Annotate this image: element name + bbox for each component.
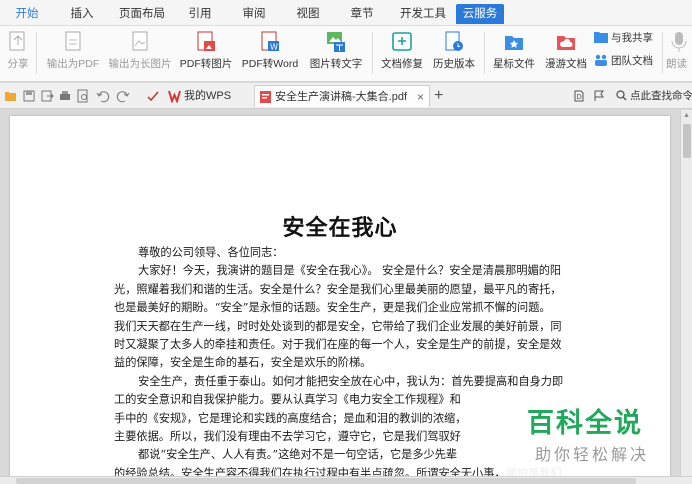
history-version-button[interactable]: 历史版本 [430, 28, 478, 76]
pdf-to-image-label: PDF转图片 [179, 58, 233, 70]
share-button[interactable]: 分享 [4, 28, 32, 76]
command-search[interactable]: 点此查找命令 [616, 88, 692, 103]
search-icon [616, 90, 627, 101]
tab-sections[interactable]: 章节 [344, 4, 380, 24]
image-to-text-icon [327, 32, 345, 52]
ribbon-tab-bar: 开始 插入 页面布局 引用 审阅 视图 章节 开发工具 云服务 [0, 0, 692, 26]
export-pdf-button[interactable]: 输出为PDF [44, 28, 102, 76]
body-line: 我们天天都在生产一线，时时处处谈到的都是安全，它带给了我们企业发展的美好前景，同 [114, 319, 562, 333]
roaming-docs-label: 漫游文档 [545, 58, 587, 70]
tab-review[interactable]: 审阅 [236, 4, 272, 24]
toolbar-divider [372, 32, 373, 74]
open-folder-icon[interactable] [4, 89, 18, 103]
command-search-label: 点此查找命令 [630, 90, 692, 102]
tab-start[interactable]: 开始 [6, 4, 48, 24]
toolbar-divider [36, 32, 37, 74]
body-line: 大家好！今天，我演讲的题目是《安全在我心》。 安全是什么？安全是清晨那明媚的阳 [138, 264, 562, 278]
document-area[interactable]: 安全在我心 尊敬的公司领导、各位同志： 大家好！今天，我演讲的题目是《安全在我心… [0, 110, 680, 476]
shared-with-me-button[interactable]: 与我共享 [594, 30, 653, 46]
export-icon[interactable] [40, 89, 54, 103]
new-tab-button[interactable]: + [434, 86, 443, 106]
pdf-file-icon [260, 91, 271, 103]
long-image-icon [132, 31, 148, 51]
doc-repair-button[interactable]: 文档修复 [378, 28, 426, 76]
tab-references[interactable]: 引用 [182, 4, 218, 24]
ribbon-toolbar: 分享 输出为PDF 输出为长图片 PDF转图片 W PDF转Word 图片转文字… [0, 26, 692, 82]
wps-logo-icon [168, 90, 181, 103]
image-to-text-label: 图片转文字 [309, 58, 363, 70]
body-line: 时又凝聚了太多人的牵挂和责任。对于我们在座的每一个人，安全是生产的前提，安全是效 [114, 338, 562, 352]
horizontal-scrollbar[interactable] [0, 476, 692, 484]
export-long-image-button[interactable]: 输出为长图片 [104, 28, 176, 76]
doc-tab-label: 我的WPS [184, 90, 232, 102]
tab-page-layout[interactable]: 页面布局 [116, 4, 168, 24]
pdf-to-image-icon [197, 31, 215, 51]
body-line: 光，照耀着我们和谐的生活。安全是什么？安全是我们心里最美丽的愿望，最平凡的寄托， [114, 282, 562, 296]
team-icon [595, 54, 607, 66]
body-line: 尊敬的公司领导、各位同志： [138, 246, 284, 259]
svg-text:W: W [270, 43, 278, 52]
share-label: 分享 [7, 58, 29, 70]
starred-files-label: 星标文件 [493, 58, 535, 70]
team-docs-button[interactable]: 团队文档 [594, 53, 653, 69]
export-pdf-icon [65, 31, 81, 51]
toolbar-divider [484, 32, 485, 74]
body-line: 益的保障，安全是生命的基石，安全是欢乐的阶梯。 [114, 356, 372, 370]
pdf-to-word-button[interactable]: W PDF转Word [238, 28, 302, 76]
save-icon[interactable] [22, 89, 36, 103]
pdf-to-word-label: PDF转Word [241, 58, 299, 70]
close-tab-icon[interactable]: × [417, 86, 424, 108]
export-pdf-label: 输出为PDF [46, 58, 100, 70]
doc-repair-label: 文档修复 [381, 58, 423, 70]
undo-icon[interactable] [96, 89, 110, 103]
pdf-to-image-button[interactable]: PDF转图片 [178, 28, 234, 76]
watermark-subtitle: 助你轻松解决 [535, 447, 650, 464]
toolbar-divider [662, 32, 663, 74]
roaming-docs-button[interactable]: 漫游文档 [542, 28, 590, 76]
read-aloud-button[interactable]: 朗读 [666, 28, 692, 76]
document-page[interactable]: 安全在我心 尊敬的公司领导、各位同志： 大家好！今天，我演讲的题目是《安全在我心… [10, 116, 670, 476]
scroll-up-arrow-icon[interactable]: ▲ [683, 112, 690, 119]
roaming-folder-icon [557, 36, 575, 50]
quick-access-bar: 我的WPS 安全生产演讲稿-大集合.pdf × + D 点此查找命令 [0, 83, 692, 109]
doc-manage-icon[interactable]: D [572, 89, 586, 103]
tab-developer[interactable]: 开发工具 [396, 4, 450, 24]
print-icon[interactable] [58, 89, 72, 103]
document-title: 安全在我心 [282, 215, 398, 241]
microphone-icon [671, 32, 687, 52]
tab-view[interactable]: 视图 [290, 4, 326, 24]
redo-icon[interactable] [116, 89, 130, 103]
tab-insert[interactable]: 插入 [62, 4, 102, 24]
pdf-to-word-icon: W [261, 31, 279, 52]
share-folder-icon [594, 32, 608, 43]
doc-tab-pdf[interactable]: 安全生产演讲稿-大集合.pdf × [254, 85, 430, 107]
vertical-scrollbar[interactable]: ▲ [680, 110, 692, 476]
shared-with-me-label: 与我共享 [611, 32, 653, 44]
body-line: 安全生产，责任重于泰山。如何才能把安全放在心中，我认为：首先要提高和自身力即 [138, 374, 564, 388]
doc-tab-label: 安全生产演讲稿-大集合.pdf [275, 91, 408, 103]
flag-icon[interactable] [592, 89, 606, 103]
vertical-scroll-thumb[interactable] [683, 124, 691, 158]
svg-text:D: D [577, 93, 582, 101]
doc-repair-icon [392, 32, 412, 51]
starred-files-button[interactable]: 星标文件 [490, 28, 538, 76]
image-to-text-button[interactable]: 图片转文字 [306, 28, 366, 76]
watermark: 百科全说 助你轻松解决 [503, 391, 669, 476]
horizontal-scroll-thumb[interactable] [16, 478, 636, 484]
doc-tab-my-wps[interactable]: 我的WPS [164, 85, 252, 107]
read-aloud-label: 朗读 [666, 58, 687, 70]
history-icon [445, 31, 463, 51]
body-line: 也是最美好的期盼。“安全”是永恒的话题。安全生产，更是我们企业应常抓不懈的问题。 [114, 301, 551, 315]
wps-window: { "ribbon": { "tabs": ["开始", "插入", "页面布局… [0, 0, 692, 484]
customize-dropdown-icon[interactable] [146, 89, 160, 103]
tab-cloud-service[interactable]: 云服务 [456, 4, 504, 24]
star-folder-icon [505, 36, 523, 50]
export-long-image-label: 输出为长图片 [108, 58, 172, 70]
history-label: 历史版本 [433, 58, 475, 70]
team-docs-label: 团队文档 [611, 55, 653, 67]
watermark-title: 百科全说 [527, 408, 643, 438]
print-preview-icon[interactable] [76, 89, 90, 103]
share-icon [9, 31, 25, 51]
